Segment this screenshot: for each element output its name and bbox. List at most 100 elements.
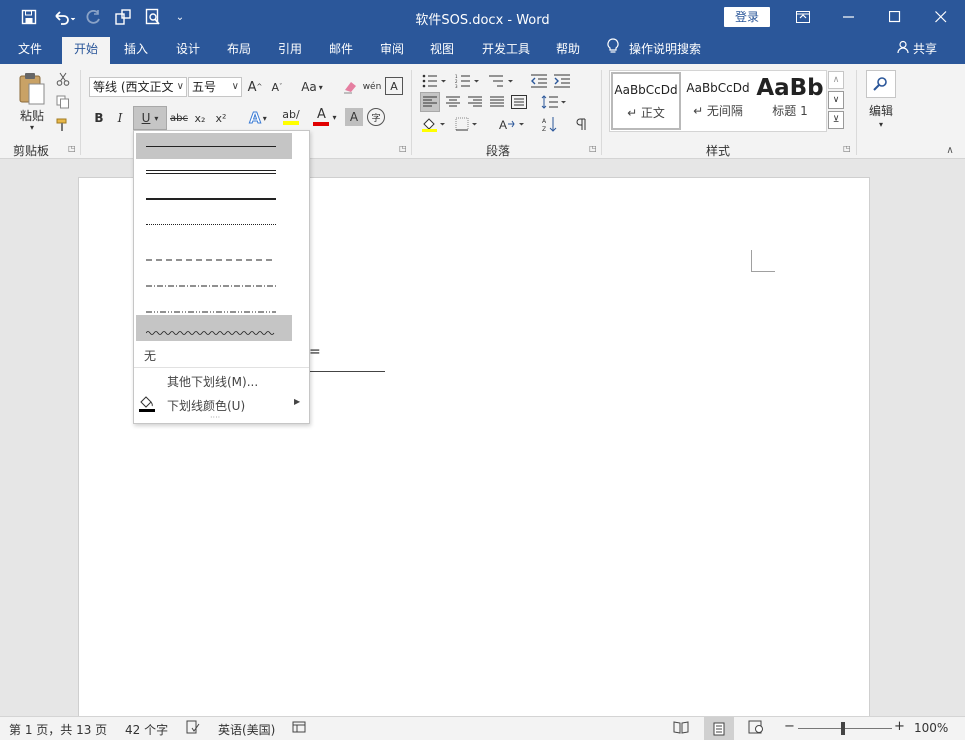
zoom-in-icon[interactable]: + bbox=[894, 719, 905, 734]
line-spacing-button[interactable] bbox=[540, 92, 568, 112]
chevron-down-icon[interactable]: ∨ bbox=[232, 78, 239, 96]
underline-option-dotted[interactable] bbox=[136, 211, 292, 237]
tab-design[interactable]: 设计 bbox=[166, 34, 210, 64]
italic-button[interactable]: I bbox=[112, 108, 128, 128]
highlight-button[interactable]: ab/ bbox=[277, 106, 305, 128]
tab-insert[interactable]: 插入 bbox=[114, 34, 158, 64]
zoom-level[interactable]: 100% bbox=[914, 721, 948, 735]
align-right-icon[interactable] bbox=[465, 92, 485, 112]
style-heading-1[interactable]: AaBb 标题 1 bbox=[756, 72, 824, 127]
increase-indent-icon[interactable] bbox=[553, 72, 571, 90]
font-color-button[interactable]: A ▾ bbox=[310, 106, 340, 128]
bullets-button[interactable] bbox=[421, 72, 449, 90]
font-size-combobox[interactable]: 五号 ∨ bbox=[188, 77, 242, 97]
read-mode-icon[interactable] bbox=[673, 720, 689, 737]
proofing-icon[interactable] bbox=[186, 720, 200, 737]
tab-mailings[interactable]: 邮件 bbox=[319, 34, 363, 64]
style-no-spacing[interactable]: AaBbCcDd ↵ 无间隔 bbox=[684, 72, 752, 127]
paste-label[interactable]: 粘贴 bbox=[12, 108, 52, 123]
styles-scroll-up-icon[interactable]: ∧ bbox=[828, 71, 844, 89]
language-status[interactable]: 英语(美国) bbox=[218, 721, 275, 738]
copy-icon[interactable] bbox=[54, 93, 72, 111]
numbering-button[interactable]: 123 bbox=[454, 72, 482, 90]
justify-icon[interactable] bbox=[487, 92, 507, 112]
tab-developer[interactable]: 开发工具 bbox=[474, 34, 538, 64]
maximize-icon[interactable] bbox=[872, 0, 918, 34]
underline-option-dot-dash[interactable] bbox=[136, 263, 292, 289]
zoom-slider-thumb[interactable] bbox=[841, 722, 845, 735]
font-launcher-icon[interactable]: ◳ bbox=[399, 144, 407, 153]
style-normal[interactable]: AaBbCcDd ↵ 正文 bbox=[611, 72, 681, 130]
tab-layout[interactable]: 布局 bbox=[217, 34, 261, 64]
login-button[interactable]: 登录 bbox=[724, 7, 770, 27]
close-icon[interactable] bbox=[918, 0, 964, 34]
align-left-icon[interactable] bbox=[420, 92, 440, 112]
align-center-icon[interactable] bbox=[443, 92, 463, 112]
character-shading-button[interactable]: A bbox=[345, 108, 363, 126]
paste-dropdown-icon[interactable]: ▾ bbox=[24, 122, 40, 132]
styles-scroll-down-icon[interactable]: ∨ bbox=[828, 91, 844, 109]
underline-option-wave[interactable] bbox=[136, 315, 292, 341]
ribbon-display-options-icon[interactable] bbox=[780, 0, 826, 34]
resize-grip[interactable]: ···· bbox=[210, 413, 220, 422]
underline-option-dot-dot-dash[interactable] bbox=[136, 289, 292, 315]
print-layout-icon[interactable] bbox=[704, 717, 734, 740]
share-button[interactable]: 共享 bbox=[897, 34, 937, 64]
sort-icon[interactable]: AZ bbox=[540, 114, 560, 134]
borders-button[interactable] bbox=[454, 114, 482, 134]
tell-me-search[interactable]: 操作说明搜索 bbox=[607, 34, 701, 64]
more-underlines-item[interactable]: 其他下划线(M)... bbox=[167, 373, 258, 390]
clipboard-launcher-icon[interactable]: ◳ bbox=[68, 144, 76, 153]
page-count-status[interactable]: 第 1 页，共 13 页 bbox=[9, 721, 107, 738]
clear-formatting-icon[interactable] bbox=[340, 77, 360, 97]
tab-view[interactable]: 视图 bbox=[420, 34, 464, 64]
macro-recording-icon[interactable] bbox=[292, 720, 306, 737]
underline-option-single[interactable] bbox=[136, 133, 292, 159]
tab-home[interactable]: 开始 bbox=[62, 37, 110, 64]
zoom-slider-track[interactable] bbox=[798, 728, 892, 729]
web-layout-icon[interactable] bbox=[748, 720, 764, 737]
multilevel-list-button[interactable] bbox=[488, 72, 516, 90]
editing-dropdown-icon[interactable]: ▾ bbox=[874, 118, 888, 130]
tab-review[interactable]: 审阅 bbox=[370, 34, 414, 64]
chevron-down-icon[interactable]: ∨ bbox=[177, 78, 184, 96]
underline-color-item[interactable]: 下划线颜色(U) bbox=[167, 397, 245, 414]
collapse-ribbon-icon[interactable]: ∧ bbox=[942, 144, 958, 156]
tab-references[interactable]: 引用 bbox=[268, 34, 312, 64]
change-case-button[interactable]: Aa ▾ bbox=[296, 77, 328, 97]
enclose-characters-button[interactable]: 字 bbox=[367, 108, 385, 126]
editing-label[interactable]: 编辑 bbox=[862, 102, 900, 118]
tab-file[interactable]: 文件 bbox=[8, 34, 52, 64]
format-painter-icon[interactable] bbox=[54, 116, 72, 134]
superscript-button[interactable]: x² bbox=[213, 108, 229, 128]
distributed-icon[interactable] bbox=[509, 92, 529, 112]
shrink-font-icon[interactable]: Aˇ bbox=[268, 77, 286, 97]
styles-launcher-icon[interactable]: ◳ bbox=[843, 144, 851, 153]
bold-button[interactable]: B bbox=[91, 108, 107, 128]
cut-icon[interactable] bbox=[54, 70, 72, 88]
underline-dropdown-icon[interactable]: ▾ bbox=[154, 114, 158, 123]
text-effects-button[interactable]: A ▾ bbox=[244, 108, 272, 128]
font-name-combobox[interactable]: 等线 (西文正文 ∨ bbox=[89, 77, 187, 97]
zoom-out-icon[interactable]: − bbox=[784, 719, 795, 734]
underline-option-thick[interactable] bbox=[136, 185, 292, 211]
underline-option-none[interactable]: 无 bbox=[144, 347, 156, 364]
character-border-button[interactable]: A bbox=[385, 77, 403, 95]
underline-button[interactable]: U ▾ bbox=[133, 106, 167, 130]
subscript-button[interactable]: x₂ bbox=[192, 108, 208, 128]
show-marks-icon[interactable] bbox=[572, 114, 590, 134]
decrease-indent-icon[interactable] bbox=[530, 72, 548, 90]
paste-icon[interactable] bbox=[12, 70, 52, 108]
underline-option-dashed[interactable] bbox=[136, 237, 292, 263]
styles-more-icon[interactable]: ⊻ bbox=[828, 111, 844, 129]
underline-option-double[interactable] bbox=[136, 159, 292, 185]
phonetic-guide-button[interactable]: wén bbox=[362, 76, 382, 98]
find-icon[interactable] bbox=[866, 70, 896, 98]
grow-font-icon[interactable]: A ^ bbox=[246, 77, 264, 97]
tab-help[interactable]: 帮助 bbox=[546, 34, 590, 64]
chinese-layout-button[interactable]: A bbox=[498, 114, 528, 134]
strikethrough-button[interactable]: abc bbox=[169, 108, 189, 128]
word-count-status[interactable]: 42 个字 bbox=[125, 721, 168, 738]
paragraph-shading-button[interactable] bbox=[420, 114, 448, 134]
paragraph-launcher-icon[interactable]: ◳ bbox=[589, 144, 597, 153]
